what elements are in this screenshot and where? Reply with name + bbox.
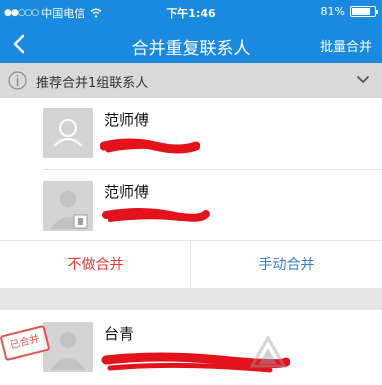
section-gap [0, 288, 382, 310]
navigation-bar: 合并重复联系人 批量合并 [0, 25, 382, 63]
contact-row[interactable]: 范师傅 [0, 170, 382, 240]
watermark [250, 328, 380, 383]
recommendation-text: 推荐合并1组联系人 [36, 76, 149, 91]
status-bar: ●●○○○ 中国电信 下午1:46 81% [0, 0, 382, 25]
chevron-down-icon[interactable] [356, 74, 370, 86]
watermark-logo-icon [250, 336, 286, 368]
redaction-scribble [102, 208, 210, 222]
person-sim-icon [50, 332, 86, 370]
recommendation-header[interactable]: 推荐合并1组联系人 [0, 63, 382, 98]
contact-row[interactable]: 范师傅 [0, 98, 382, 170]
battery-percent: 81% [320, 5, 345, 18]
avatar [43, 322, 93, 372]
contact-name: 范师傅 [104, 111, 150, 129]
manual-merge-button[interactable]: 手动合并 [191, 241, 382, 289]
batch-merge-button[interactable]: 批量合并 [320, 36, 372, 55]
person-placeholder-icon [53, 119, 83, 147]
info-circle-icon [8, 71, 27, 90]
merge-actions: 不做合并 手动合并 [0, 240, 382, 289]
contact-name: 台青 [104, 325, 135, 343]
battery-icon [350, 6, 378, 17]
battery-nub [376, 10, 378, 14]
skip-merge-button[interactable]: 不做合并 [0, 241, 191, 289]
avatar [43, 181, 93, 231]
contact-name: 范师傅 [104, 183, 150, 201]
person-sim-icon [50, 191, 88, 229]
status-right: 81% [320, 5, 378, 18]
avatar [43, 108, 93, 158]
redaction-scribble [100, 138, 200, 154]
battery-fill [352, 8, 370, 15]
